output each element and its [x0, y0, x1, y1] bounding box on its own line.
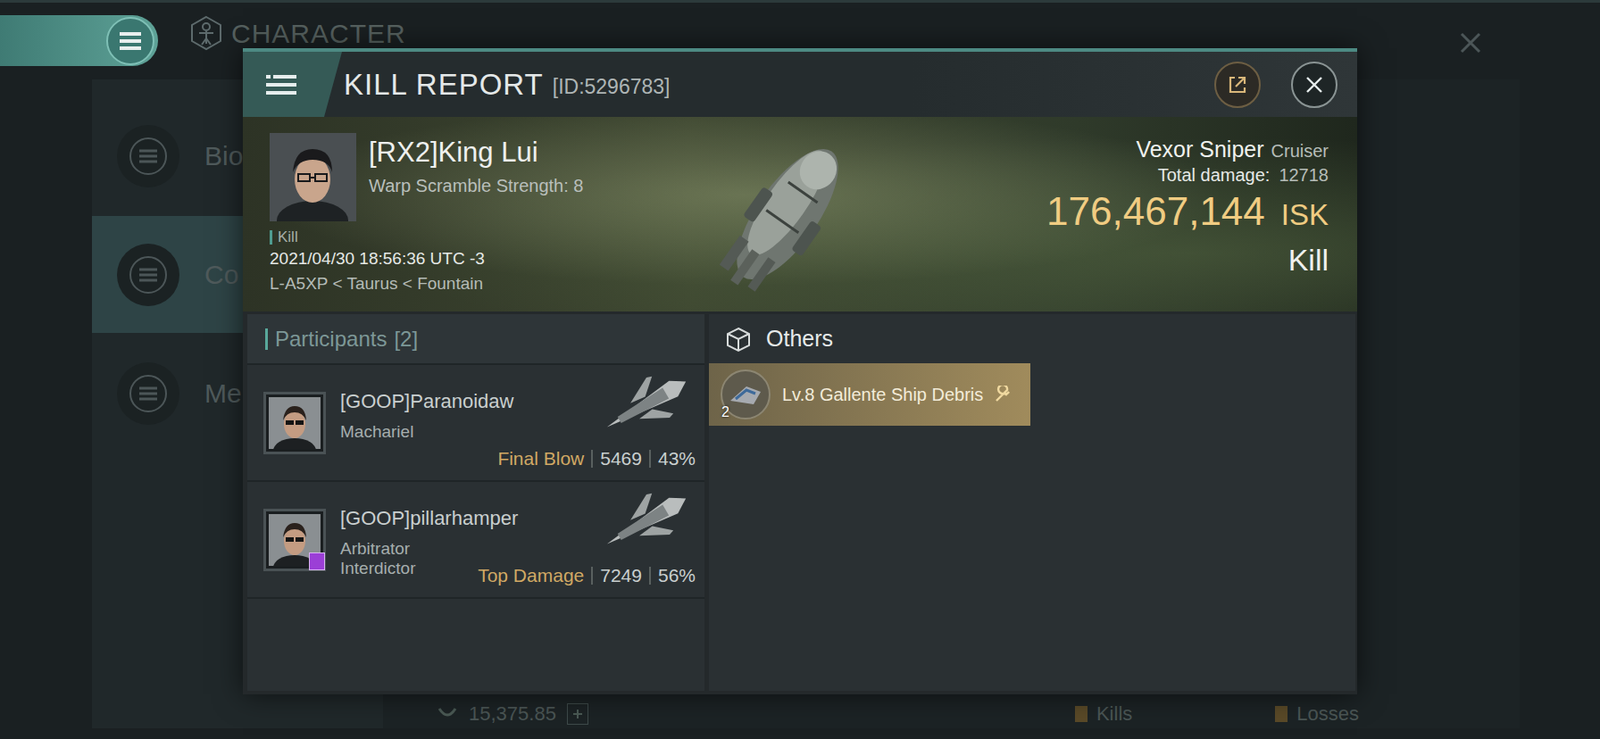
- pilot-portrait-icon: [268, 397, 321, 450]
- menu-icon[interactable]: [106, 16, 155, 66]
- page: CHARACTER Bio Co Me 15,375.85 Kills Losses KILL…: [0, 0, 1600, 739]
- balance-value: 15,375.85: [468, 702, 557, 726]
- damage-label: Total damage:: [1158, 165, 1271, 186]
- plus-icon: [572, 708, 584, 720]
- close-icon: [1303, 74, 1325, 96]
- ship-name: Vexor Sniper: [1135, 136, 1264, 163]
- sidebar-label: Me: [204, 378, 242, 409]
- participants-panel: Participants[2] [GOOP]Paranoidaw Machariel…: [247, 314, 705, 692]
- participant-ship: Arbitrator Interdictor: [340, 539, 464, 579]
- kill-time: 2021/04/30 18:56:36 UTC -3: [269, 249, 636, 269]
- hamburger-icon: [117, 30, 143, 52]
- nav-tab[interactable]: [0, 15, 159, 67]
- balance: 15,375.85: [436, 702, 589, 726]
- total-damage: 12718: [1278, 165, 1329, 186]
- participant-name: [GOOP]pillarhamper: [340, 507, 464, 531]
- close-icon: [1457, 29, 1484, 57]
- sidebar-label: Bio: [204, 141, 243, 172]
- tab-icon: [1075, 706, 1088, 723]
- participants-count: [2]: [393, 326, 418, 352]
- participant-share: 43%: [658, 448, 696, 470]
- participant-role: Final Blow: [497, 448, 584, 470]
- others-label: Others: [766, 325, 834, 352]
- isk-value: 176,467,144: [1046, 189, 1266, 234]
- kill-location: L-A5XP < Taurus < Fountain: [269, 274, 636, 294]
- participants-label: Participants: [275, 326, 387, 352]
- section-icon: [116, 243, 180, 307]
- participant-row[interactable]: [GOOP]Paranoidaw Machariel Final Blow 5469 4…: [247, 365, 705, 483]
- window-title: KILL REPORT: [343, 67, 544, 102]
- window-header: KILL REPORT [ID:5296783]: [242, 51, 1358, 117]
- item-quantity: 2: [721, 404, 730, 421]
- victim-name: [RX2]King Lui: [368, 134, 584, 171]
- ship-class: Cruiser: [1271, 141, 1329, 162]
- character-icon: [188, 15, 225, 51]
- participant-damage: 5469: [600, 448, 642, 470]
- participant-role: Top Damage: [477, 565, 584, 587]
- share-icon: [1225, 73, 1250, 97]
- item-name: Lv.8 Gallente Ship Debris: [782, 384, 984, 406]
- section-icon: [116, 125, 180, 188]
- sidebar-label: Co: [204, 259, 239, 291]
- badge-icon: [308, 552, 325, 571]
- participant-ship: Machariel: [340, 422, 484, 442]
- participants-header: Participants[2]: [247, 314, 705, 366]
- participant-avatar[interactable]: [263, 391, 326, 455]
- section-glyph-icon: [128, 255, 168, 295]
- window-menu-button[interactable]: [242, 51, 342, 117]
- currency-icon: [436, 705, 459, 724]
- share-button[interactable]: [1214, 61, 1261, 109]
- vexor-ship-icon: [698, 125, 877, 304]
- ship-info: Vexor Sniper CruiserTotal damage: 12718 176…: [903, 116, 1358, 312]
- tab-icon: [1275, 706, 1288, 723]
- add-button[interactable]: [566, 703, 589, 725]
- participant-share: 56%: [658, 565, 696, 587]
- section-icon: [116, 362, 180, 425]
- participant-ship-icon: [597, 485, 696, 558]
- close-button[interactable]: [1457, 29, 1484, 60]
- participant-row[interactable]: [GOOP]pillarhamper Arbitrator Interdictor…: [247, 482, 705, 600]
- loot-item[interactable]: 2 Lv.8 Gallente Ship Debris: [708, 363, 1031, 426]
- others-panel: Others 2 Lv.8 Gallente Ship Debris: [708, 314, 1356, 692]
- footer-tab[interactable]: Kills: [1075, 702, 1133, 726]
- screen-title: CHARACTER: [231, 18, 407, 50]
- footer-tabs: Kills Losses: [1075, 702, 1520, 726]
- close-button[interactable]: [1291, 61, 1338, 109]
- participant-ship-icon: [597, 368, 696, 441]
- kill-tag: Kill: [269, 228, 636, 247]
- section-glyph-icon: [128, 136, 168, 176]
- isk-currency: ISK: [1281, 198, 1329, 233]
- cargo-box-icon: [725, 325, 752, 353]
- item-icon: 2: [719, 368, 772, 421]
- footer-tab[interactable]: Losses: [1275, 702, 1359, 726]
- participant-damage: 7249: [600, 565, 642, 587]
- report-id: [ID:5296783]: [552, 75, 671, 100]
- result: Kill: [1288, 242, 1329, 278]
- participant-avatar[interactable]: [263, 508, 326, 572]
- kill-banner: [RX2]King Lui Warp Scramble Strength: 8 Ki…: [242, 116, 1358, 312]
- participant-name: [GOOP]Paranoidaw: [340, 390, 484, 414]
- pilot-portrait-icon: [269, 133, 357, 222]
- wrench-icon: [993, 385, 1012, 404]
- menu-icon: [266, 72, 297, 98]
- stats-footer: 15,375.85 Kills Losses: [383, 700, 1520, 729]
- others-header: Others: [708, 314, 1356, 364]
- kill-report-window: KILL REPORT [ID:5296783] [RX2]King Lui Warp…: [242, 48, 1358, 695]
- victim: [RX2]King Lui Warp Scramble Strength: 8 Ki…: [242, 116, 636, 312]
- section-glyph-icon: [128, 374, 168, 414]
- victim-avatar[interactable]: [269, 133, 357, 222]
- lower-section: Participants[2] [GOOP]Paranoidaw Machariel…: [242, 311, 1358, 695]
- ship-image: [671, 116, 904, 312]
- victim-detail: Warp Scramble Strength: 8: [368, 175, 584, 197]
